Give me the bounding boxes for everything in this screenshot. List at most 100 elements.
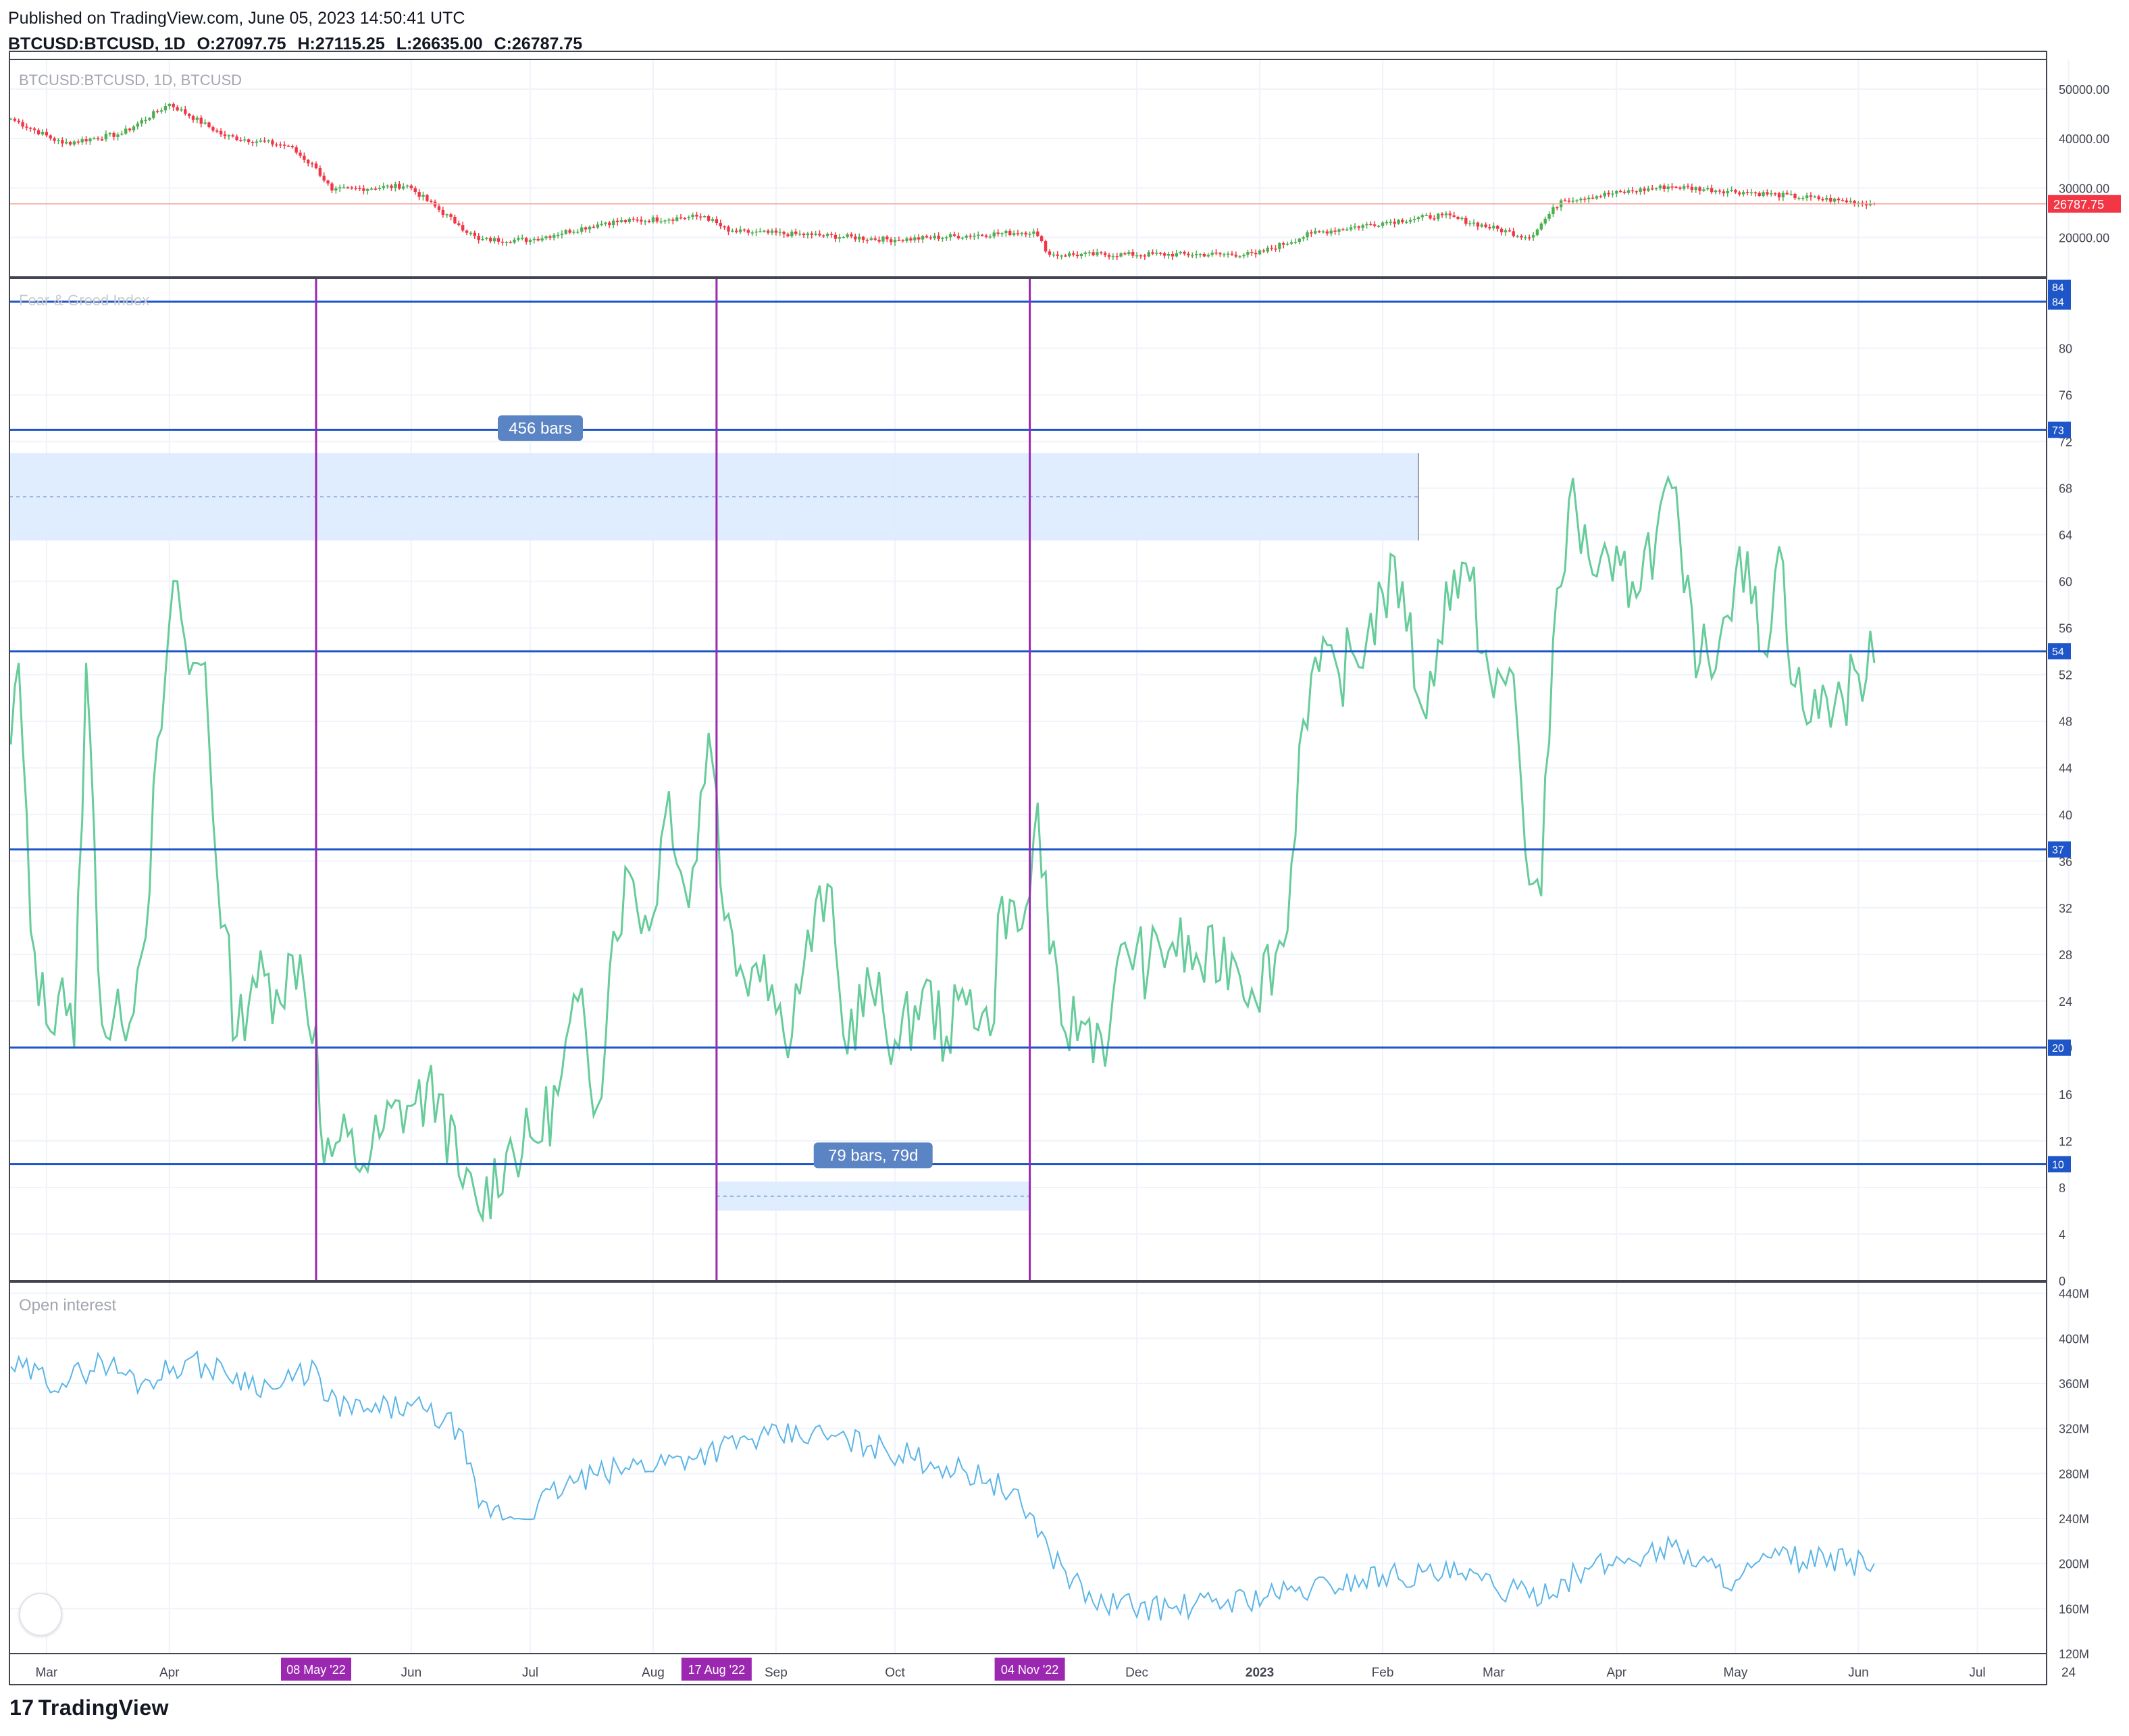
candle-body [53,138,56,141]
candle-body [104,134,108,140]
candle-body [501,241,505,243]
candle-body [1496,226,1499,229]
candle-body [1401,220,1404,223]
candle-body [33,128,36,130]
candle-body [441,209,445,215]
candle-body [679,217,683,219]
candle-body [965,235,968,238]
candle-body [774,230,778,233]
candle-body [1020,232,1024,234]
candle-body [96,138,100,140]
candle-body [374,188,378,190]
candle-body [318,168,322,176]
candle-body [1492,226,1495,229]
candle-body [1543,218,1547,224]
candle-body [580,227,584,232]
candle-body [786,234,790,236]
candle-body [826,234,829,236]
candle-body [778,232,781,233]
candle-body [1734,190,1737,193]
oi-tick-label: 280M [2059,1467,2089,1481]
candle-body [421,195,425,197]
candle-body [203,122,207,124]
candle-body [1508,230,1512,232]
candle-body [941,238,944,239]
candle-body [886,236,889,240]
range-456-bars-label: 456 bars [509,419,571,438]
candle-body [1254,253,1258,255]
fng-tick-label: 12 [2059,1135,2072,1148]
candle-body [1425,215,1428,216]
x-tick-label: Sep [765,1666,788,1680]
fng-tick-label: 68 [2059,482,2072,496]
candle-body [1329,230,1333,234]
candle-body [1230,253,1234,255]
candle-body [223,134,227,136]
candle-body [1103,253,1107,255]
candle-body [909,238,913,240]
candle-body [604,222,607,224]
candle-body [492,238,496,242]
candle-body [338,187,342,188]
candle-body [128,128,132,130]
candle-body [1476,222,1480,227]
candle-body [275,144,278,146]
candle-body [1250,251,1254,253]
candle-body [857,236,861,240]
candle-body [1389,222,1392,223]
candle-body [108,132,111,134]
candle-body [1753,192,1757,194]
candle-body [116,134,120,137]
candle-body [1556,207,1559,209]
candle-body [1837,199,1841,201]
chart-canvas[interactable]: 456 bars79 bars, 79d 20000.0030000.00400… [0,0,2129,1736]
candle-body [426,195,429,201]
candle-body [314,163,318,168]
candle-body [1135,255,1139,257]
x-tick-label: Feb [1372,1666,1394,1680]
candle-body [1690,186,1694,190]
candle-body [1008,230,1012,235]
candle-body [1567,200,1571,202]
candle-body [738,229,742,232]
candle-body [1139,255,1143,257]
annotation-background-layer [9,453,1419,1211]
candle-body [937,235,940,239]
candle-body [1369,224,1373,226]
candle-body [1797,198,1801,199]
candle-body [155,111,159,113]
fng-tick-label: 24 [2059,995,2072,1009]
candle-body [1741,192,1745,195]
fng-tick-label: 0 [2059,1275,2066,1288]
candle-body [1484,224,1487,228]
candle-body [1789,193,1793,195]
candle-body [1357,226,1360,228]
candle-body [159,110,163,112]
candle-body [984,235,988,237]
tradingview-badge-icon[interactable] [19,1593,62,1636]
candle-body [1551,207,1555,214]
candle-body [1785,193,1789,195]
candle-body [263,141,266,142]
candle-body [1647,188,1650,191]
candle-body [334,188,338,190]
x-marker-label: 04 Nov '22 [1001,1663,1059,1677]
candle-body [1730,190,1733,191]
candle-body [854,236,857,240]
fng-pane-title: Fear & Greed Index [19,292,149,309]
candle-body [477,236,480,240]
candle-body [1539,223,1543,230]
candle-body [120,133,124,135]
candle-body [1373,224,1377,226]
candle-body [524,238,528,242]
candle-body [1456,216,1460,219]
candle-body [889,239,893,242]
candle-body [913,237,917,240]
candle-body [1607,193,1610,195]
candle-body [528,240,532,242]
candle-body [64,142,68,144]
candle-body [251,142,255,143]
candle-body [1678,187,1682,189]
candle-body [790,231,794,236]
candle-body [675,217,679,221]
